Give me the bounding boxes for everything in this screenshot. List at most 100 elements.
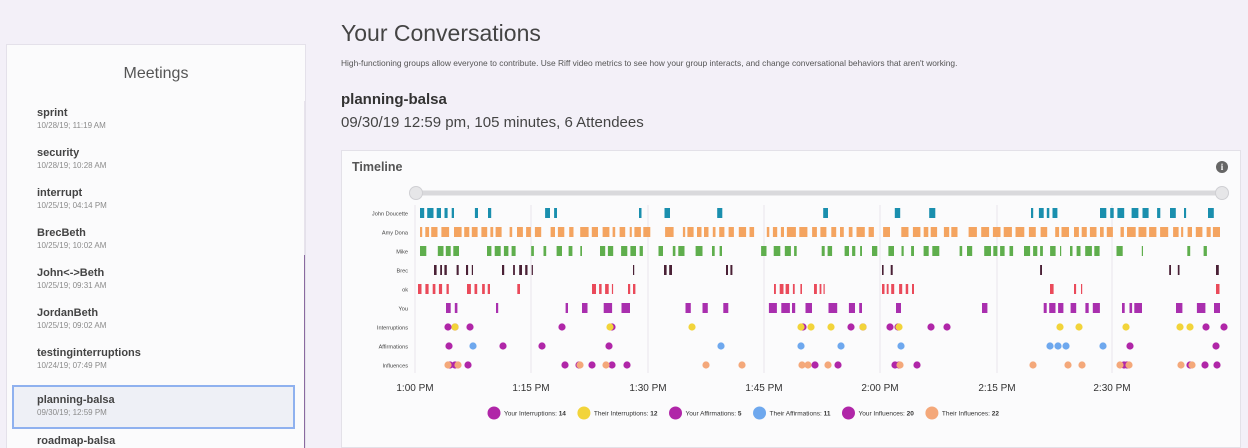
mike-speech-segment bbox=[1040, 246, 1043, 256]
brec-speech-segment bbox=[882, 265, 884, 275]
your-influence-dot bbox=[464, 361, 472, 369]
mike-speech-segment bbox=[984, 246, 991, 256]
amy-dona-speech-segment bbox=[772, 227, 778, 237]
ok-speech-segment bbox=[467, 284, 471, 294]
meeting-item-roadmap-balsa[interactable]: roadmap-balsa bbox=[37, 435, 297, 447]
legend-dot bbox=[841, 406, 855, 420]
mike-speech-segment bbox=[1009, 246, 1014, 256]
mike-speech-segment bbox=[1141, 246, 1143, 256]
amy-dona-speech-segment bbox=[840, 227, 844, 237]
brec-speech-segment bbox=[1040, 265, 1042, 275]
ok-speech-segment bbox=[432, 284, 436, 294]
meeting-item-brecbeth[interactable]: BrecBeth 10/25/19; 10:02 AM bbox=[37, 227, 297, 250]
your-influence-dot bbox=[623, 361, 631, 369]
your-influence-dot bbox=[913, 361, 921, 369]
meeting-name: John<->Beth bbox=[37, 267, 105, 279]
mike-speech-segment bbox=[1116, 246, 1123, 256]
john-doucette-speech-segment bbox=[1046, 208, 1050, 218]
their-affirmation-dot bbox=[1054, 342, 1062, 350]
row-label: Interruptions bbox=[377, 326, 408, 332]
amy-dona-speech-segment bbox=[687, 227, 694, 237]
amy-dona-speech-segment bbox=[517, 227, 523, 237]
legend-dot bbox=[753, 406, 767, 420]
meeting-item-planning-balsa[interactable]: planning-balsa 09/30/19; 12:59 PM bbox=[12, 385, 295, 429]
amy-dona-speech-segment bbox=[1195, 227, 1203, 237]
amy-dona-speech-segment bbox=[1149, 227, 1157, 237]
their-influence-dot bbox=[444, 361, 452, 369]
meeting-item-sprint[interactable]: sprint 10/28/19; 11:19 AM bbox=[37, 107, 297, 130]
mike-speech-segment bbox=[437, 246, 444, 256]
your-speech-segment bbox=[454, 303, 458, 313]
ok-speech-segment bbox=[446, 284, 449, 294]
your-speech-segment bbox=[859, 303, 862, 313]
meeting-date: 10/28/19; 11:19 AM bbox=[37, 121, 106, 130]
mike-speech-segment bbox=[658, 246, 663, 256]
mike-speech-segment bbox=[784, 246, 791, 256]
mike-speech-segment bbox=[487, 246, 492, 256]
amy-dona-speech-segment bbox=[602, 227, 610, 237]
brec-speech-segment bbox=[513, 265, 515, 275]
meeting-name: security bbox=[37, 147, 80, 159]
brec-speech-segment bbox=[444, 265, 447, 275]
mike-speech-segment bbox=[580, 246, 582, 256]
mike-speech-segment bbox=[844, 246, 849, 256]
range-slider-handle-start[interactable] bbox=[409, 186, 423, 200]
ok-speech-segment bbox=[599, 284, 602, 294]
brec-speech-segment bbox=[471, 265, 473, 275]
john-doucette-speech-segment bbox=[451, 208, 454, 218]
your-speech-segment bbox=[1070, 303, 1077, 313]
their-influence-dot bbox=[1116, 361, 1124, 369]
your-interruption-dot bbox=[444, 323, 452, 331]
mike-speech-segment bbox=[511, 246, 516, 256]
their-interruption-dot bbox=[1056, 323, 1064, 331]
your-speech-segment bbox=[603, 303, 613, 313]
your-interruption-dot bbox=[1202, 323, 1210, 331]
scrollbar-thumb[interactable] bbox=[304, 255, 305, 448]
their-influence-dot bbox=[1029, 361, 1037, 369]
their-affirmation-dot bbox=[897, 342, 905, 350]
john-doucette-speech-segment bbox=[664, 208, 670, 218]
legend-value: 12 bbox=[650, 411, 658, 418]
amy-dona-speech-segment bbox=[799, 227, 808, 237]
brec-speech-segment bbox=[502, 265, 505, 275]
amy-dona-speech-segment bbox=[719, 227, 725, 237]
amy-dona-speech-segment bbox=[454, 227, 462, 237]
john-doucette-speech-segment bbox=[639, 208, 642, 218]
amy-dona-speech-segment bbox=[569, 227, 574, 237]
john-doucette-speech-segment bbox=[1208, 208, 1214, 218]
john-doucette-speech-segment bbox=[1117, 208, 1125, 218]
meeting-date: 10/25/19; 09:02 AM bbox=[37, 321, 107, 330]
meeting-item-testinginterruptions[interactable]: testinginterruptions 10/24/19; 07:49 PM bbox=[37, 347, 297, 370]
john-doucette-speech-segment bbox=[1038, 208, 1044, 218]
your-speech-segment bbox=[1134, 303, 1142, 313]
amy-dona-speech-segment bbox=[464, 227, 470, 237]
mike-speech-segment bbox=[568, 246, 573, 256]
meeting-item-john-beth[interactable]: John<->Beth 10/25/19; 09:31 AM bbox=[37, 267, 297, 290]
meeting-item-jordanbeth[interactable]: JordanBeth 10/25/19; 09:02 AM bbox=[37, 307, 297, 330]
your-speech-segment bbox=[1176, 303, 1183, 313]
amy-dona-speech-segment bbox=[930, 227, 938, 237]
brec-speech-segment bbox=[1216, 265, 1219, 275]
mike-speech-segment bbox=[639, 246, 643, 256]
meeting-item-interrupt[interactable]: interrupt 10/25/19; 04:14 PM bbox=[37, 187, 297, 210]
amy-dona-speech-segment bbox=[431, 227, 438, 237]
john-doucette-speech-segment bbox=[1142, 208, 1149, 218]
mike-speech-segment bbox=[821, 246, 825, 256]
time-tick-label: 1:00 PM bbox=[396, 383, 433, 394]
meeting-item-security[interactable]: security 10/28/19; 10:28 AM bbox=[37, 147, 297, 170]
your-speech-segment bbox=[805, 303, 812, 313]
row-label: Affirmations bbox=[379, 345, 409, 351]
meeting-name: sprint bbox=[37, 107, 68, 119]
range-slider-handle-end[interactable] bbox=[1215, 186, 1229, 200]
their-influence-dot bbox=[1078, 361, 1086, 369]
legend-value: 5 bbox=[738, 411, 742, 418]
john-doucette-speech-segment bbox=[823, 208, 828, 218]
mike-speech-segment bbox=[888, 246, 894, 256]
mike-speech-segment bbox=[1060, 246, 1062, 256]
their-influence-dot bbox=[1177, 361, 1185, 369]
mike-speech-segment bbox=[1000, 246, 1005, 256]
mike-speech-segment bbox=[872, 246, 878, 256]
mike-speech-segment bbox=[1203, 246, 1207, 256]
mike-speech-segment bbox=[503, 246, 509, 256]
amy-dona-speech-segment bbox=[1003, 227, 1012, 237]
